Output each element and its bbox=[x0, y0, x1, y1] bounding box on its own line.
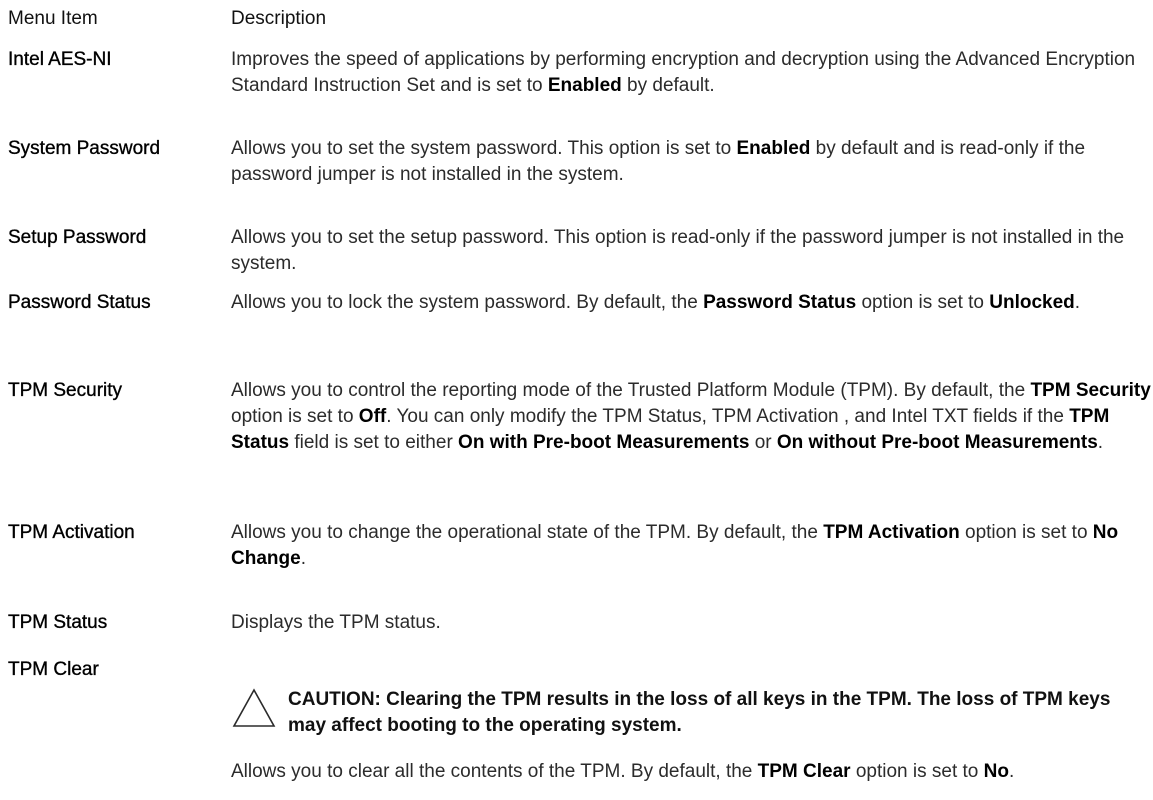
menu-item-description: Improves the speed of applications by pe… bbox=[231, 47, 1151, 99]
bold-value: Password Status bbox=[703, 292, 857, 313]
description-text: Allows you to lock the system password. … bbox=[231, 290, 1151, 316]
bold-value: Enabled bbox=[736, 138, 811, 159]
text-run: option is set to bbox=[850, 761, 984, 782]
text-run: Displays the TPM status. bbox=[231, 612, 441, 633]
caution-text: CAUTION: Clearing the TPM results in the… bbox=[288, 689, 1111, 736]
menu-item-name: Intel AES-NI bbox=[8, 49, 112, 70]
text-run: Allows you to control the reporting mode… bbox=[231, 380, 1031, 401]
bold-value: Enabled bbox=[547, 75, 622, 96]
menu-item-name: TPM Clear bbox=[8, 659, 99, 680]
text-run: or bbox=[749, 432, 777, 453]
menu-item-name: TPM Activation bbox=[8, 522, 135, 543]
header-description: Description bbox=[231, 8, 327, 29]
menu-item-name: TPM Status bbox=[8, 612, 108, 633]
description-text: Allows you to control the reporting mode… bbox=[231, 378, 1151, 456]
text-run: . You can only modify the TPM Status, TP… bbox=[386, 406, 1070, 427]
text-run: Allows you to set the setup password. Th… bbox=[231, 227, 1125, 274]
text-run: Allows you to change the operational sta… bbox=[231, 522, 824, 543]
menu-item-name: Setup Password bbox=[8, 227, 147, 248]
description-text: Displays the TPM status. bbox=[231, 610, 1151, 636]
menu-item-name: TPM Security bbox=[8, 380, 123, 401]
text-run: Allows you to set the system password. T… bbox=[231, 138, 737, 159]
table-header: Menu Item Description bbox=[8, 0, 1148, 44]
bold-value: Unlocked bbox=[989, 292, 1075, 313]
text-run: by default. bbox=[621, 75, 715, 96]
description-text: Allows you to clear all the contents of … bbox=[231, 759, 1151, 785]
description-text: Allows you to set the system password. T… bbox=[231, 136, 1151, 188]
menu-item-description: Allows you to set the system password. T… bbox=[231, 136, 1151, 188]
document-page: Menu Item Description Intel AES-NI Improv… bbox=[8, 0, 1151, 782]
description-text: Allows you to change the operational sta… bbox=[231, 520, 1151, 572]
caution-note: CAUTION: Clearing the TPM results in the… bbox=[231, 687, 1151, 739]
text-run: option is set to bbox=[856, 292, 990, 313]
bold-value: On without Pre-boot Measurements bbox=[776, 432, 1098, 453]
menu-item-description: Displays the TPM status. bbox=[231, 610, 1151, 636]
menu-item-description: Allows you to control the reporting mode… bbox=[231, 378, 1151, 456]
header-menu-item: Menu Item bbox=[8, 8, 98, 29]
bold-value: On with Pre-boot Measurements bbox=[458, 432, 750, 453]
menu-item-description: Allows you to set the setup password. Th… bbox=[231, 225, 1151, 277]
bold-value: TPM Clear bbox=[757, 761, 851, 782]
bold-value: TPM Activation bbox=[823, 522, 960, 543]
menu-item-description: Allows you to lock the system password. … bbox=[231, 290, 1151, 316]
text-run: . bbox=[1074, 292, 1081, 313]
description-text: Improves the speed of applications by pe… bbox=[231, 47, 1151, 99]
text-run: . bbox=[1097, 432, 1104, 453]
text-run: . bbox=[1008, 761, 1015, 782]
text-run: option is set to bbox=[959, 522, 1093, 543]
description-text: Allows you to set the setup password. Th… bbox=[231, 225, 1151, 277]
bold-value: No bbox=[983, 761, 1009, 782]
bold-value: TPM Security bbox=[1030, 380, 1151, 401]
text-run: . bbox=[300, 548, 306, 569]
menu-item-name: Password Status bbox=[8, 292, 151, 313]
bold-value: Off bbox=[358, 406, 387, 427]
text-run: field is set to either bbox=[289, 432, 459, 453]
menu-item-description: CAUTION: Clearing the TPM results in the… bbox=[231, 657, 1151, 785]
menu-item-name: System Password bbox=[8, 138, 161, 159]
menu-item-description: Allows you to change the operational sta… bbox=[231, 520, 1151, 572]
caution-triangle-icon bbox=[232, 688, 276, 727]
text-run: option is set to bbox=[231, 406, 359, 427]
text-run: Allows you to lock the system password. … bbox=[231, 292, 704, 313]
text-run: Allows you to clear all the contents of … bbox=[231, 761, 758, 782]
